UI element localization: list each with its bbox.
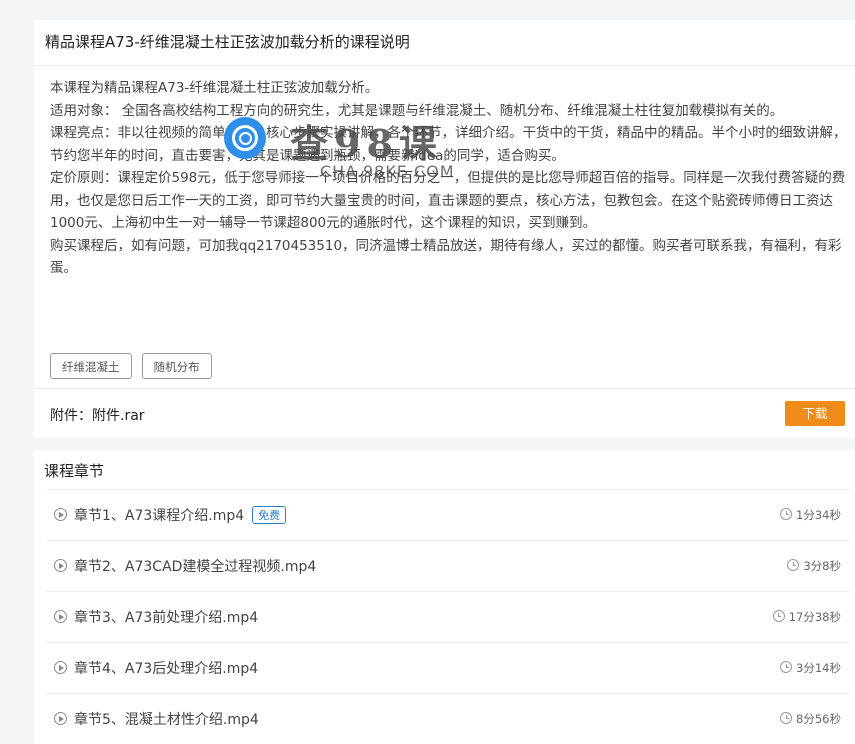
clock-icon xyxy=(780,508,793,520)
clock-icon xyxy=(772,610,785,622)
chapters-card: 课程章节 章节1、A73课程介绍.mp4 免费 1分34秒 章节2、A73CAD建… xyxy=(34,450,855,744)
chapter-title[interactable]: 章节2、A73CAD建模全过程视频.mp4 xyxy=(74,556,316,576)
play-circle-icon xyxy=(54,508,67,521)
chapter-item[interactable]: 章节3、A73前处理介绍.mp4 17分38秒 xyxy=(46,591,849,642)
watermark-logo-icon xyxy=(224,117,266,159)
play-circle-icon xyxy=(54,661,67,674)
chapter-title[interactable]: 章节1、A73课程介绍.mp4 免费 xyxy=(74,505,287,525)
description-paragraph: 课程亮点：非以往视频的简单介绍，核心步骤实操讲解，各个环节，详细介绍。干货中的干… xyxy=(50,125,847,164)
attachment-row: 附件：附件.rar 下载 xyxy=(34,388,855,438)
chapter-item[interactable]: 章节5、混凝土材性介绍.mp4 8分56秒 xyxy=(46,693,849,744)
chapter-duration: 1分34秒 xyxy=(780,507,841,523)
chapter-item[interactable]: 章节4、A73后处理介绍.mp4 3分14秒 xyxy=(46,642,849,693)
chapter-duration: 17分38秒 xyxy=(772,609,841,625)
chapter-item[interactable]: 章节1、A73课程介绍.mp4 免费 1分34秒 xyxy=(46,489,849,540)
chapter-item[interactable]: 章节2、A73CAD建模全过程视频.mp4 3分8秒 xyxy=(46,540,849,591)
course-title: 精品课程A73-纤维混凝土柱正弦波加载分析的课程说明 xyxy=(45,33,410,51)
divider xyxy=(34,388,855,389)
chapter-title[interactable]: 章节4、A73后处理介绍.mp4 xyxy=(74,658,258,678)
clock-icon xyxy=(780,661,793,673)
description-paragraph: 购买课程后，如有问题，可加我qq2170453510，同济温博士精品放送，期待有… xyxy=(50,237,842,277)
description-paragraph: 适用对象： 全国各高校结构工程方向的研究生，尤其是课题与纤维混凝土、随机分布、纤… xyxy=(50,102,784,119)
duration-text: 8分56秒 xyxy=(796,712,841,726)
course-description-card: 精品课程A73-纤维混凝土柱正弦波加载分析的课程说明 本课程为精品课程A73-纤… xyxy=(34,20,855,438)
watermark-text: 查98课 xyxy=(290,121,443,166)
chapter-list: 章节1、A73课程介绍.mp4 免费 1分34秒 章节2、A73CAD建模全过程视… xyxy=(46,489,849,744)
chapters-section-title: 课程章节 xyxy=(44,462,105,480)
chapter-title[interactable]: 章节5、混凝土材性介绍.mp4 xyxy=(74,709,259,729)
divider xyxy=(34,65,855,66)
tag-fiber-concrete[interactable]: 纤维混凝土 xyxy=(50,353,132,379)
chapter-title[interactable]: 章节3、A73前处理介绍.mp4 xyxy=(74,607,258,627)
description-paragraph: 本课程为精品课程A73-纤维混凝土柱正弦波加载分析。 xyxy=(50,80,379,96)
duration-text: 3分8秒 xyxy=(803,559,841,573)
chapter-duration: 3分14秒 xyxy=(780,660,841,676)
chapter-duration: 8分56秒 xyxy=(780,711,841,727)
clock-icon xyxy=(780,712,793,724)
duration-text: 1分34秒 xyxy=(796,508,841,522)
play-circle-icon xyxy=(54,610,67,623)
chapter-duration: 3分8秒 xyxy=(787,558,841,574)
tag-list: 纤维混凝土 随机分布 xyxy=(50,353,217,379)
duration-text: 17分38秒 xyxy=(788,610,841,624)
play-circle-icon xyxy=(54,712,67,725)
tag-random-distribution[interactable]: 随机分布 xyxy=(141,353,212,379)
free-badge: 免费 xyxy=(252,506,287,524)
play-circle-icon xyxy=(54,559,67,572)
clock-icon xyxy=(787,559,800,571)
duration-text: 3分14秒 xyxy=(796,661,841,675)
attachment-label: 附件：附件.rar xyxy=(50,408,145,424)
chapter-title-text: 章节1、A73课程介绍.mp4 xyxy=(74,508,245,524)
watermark-domain: CHA.98KE.COM xyxy=(320,162,455,181)
watermark: 查98课 CHA.98KE.COM xyxy=(224,113,454,189)
download-button[interactable]: 下载 xyxy=(785,401,845,426)
